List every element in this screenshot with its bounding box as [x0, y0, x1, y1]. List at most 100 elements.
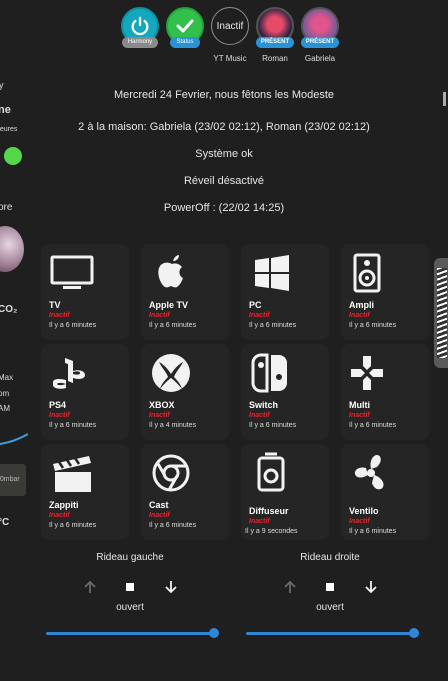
tile-tv[interactable]: TV Inactif Il y a 6 minutes [41, 244, 129, 340]
tile-name: TV [49, 300, 61, 310]
tile-time: Il y a 6 minutes [49, 322, 97, 329]
home-presence-line: 2 à la maison: Gabriela (23/02 02:12), R… [78, 121, 370, 133]
tile-time: Il y a 6 minutes [349, 528, 397, 535]
curtain-left-title: Rideau gauche [96, 552, 164, 563]
tile-time: Il y a 6 minutes [49, 422, 97, 429]
stop-icon [126, 583, 134, 591]
curtain-left-up-button[interactable] [81, 578, 99, 596]
status-badge: Status [170, 37, 200, 48]
tile-name: Diffuseur [249, 506, 289, 516]
left-panel-text: pm [0, 389, 10, 398]
curtain-left-stop-button[interactable] [121, 578, 139, 596]
tile-state: Inactif [149, 512, 170, 519]
tile-state: Inactif [149, 412, 170, 419]
curtain-right-stop-button[interactable] [321, 578, 339, 596]
windows-icon [255, 255, 289, 291]
tile-state: Inactif [49, 512, 70, 519]
fan-icon [354, 455, 384, 490]
tile-ventilo[interactable]: Ventilo Inactif Il y a 6 minutes [341, 444, 429, 540]
tile-state: Inactif [249, 412, 270, 419]
left-panel-text: heures [0, 126, 18, 133]
curtain-left-slider-thumb[interactable] [209, 628, 219, 638]
poweroff-line: PowerOff : (22/02 14:25) [163, 202, 285, 214]
diffuser-icon [257, 452, 285, 492]
curtain-left-slider[interactable] [46, 632, 216, 635]
tile-cast[interactable]: Cast Inactif Il y a 6 minutes [141, 444, 229, 540]
playstation-icon [53, 358, 85, 389]
tile-state: Inactif [249, 312, 270, 319]
arrow-down-icon [165, 581, 177, 594]
tile-name: Apple TV [149, 300, 189, 310]
tile-xbox[interactable]: XBOX Inactif Il y a 4 minutes [141, 344, 229, 440]
chrome-cast-icon [152, 454, 190, 492]
tile-diffuseur[interactable]: Diffuseur Inactif Il y a 9 secondes [241, 444, 329, 540]
curtain-right-title: Rideau droite [300, 552, 360, 563]
arrow-up-icon [84, 580, 96, 593]
right-panel-marker [443, 92, 446, 106]
tile-name: Cast [149, 500, 169, 510]
tile-switch[interactable]: Switch Inactif Il y a 6 minutes [241, 344, 329, 440]
system-status-line: Système ok [195, 148, 253, 160]
tile-time: Il y a 6 minutes [49, 522, 97, 529]
tile-pc[interactable]: PC Inactif Il y a 6 minutes [241, 244, 329, 340]
tile-name: Switch [249, 400, 279, 410]
weather-curve-icon [0, 433, 28, 445]
tile-time: Il y a 6 minutes [349, 322, 397, 329]
curtain-left-state: ouvert [116, 602, 144, 613]
tile-state: Inactif [349, 412, 370, 419]
tile-name: Zappiti [49, 500, 79, 510]
check-icon [176, 19, 194, 33]
tile-ampli[interactable]: Ampli Inactif Il y a 6 minutes [341, 244, 429, 340]
curtain-right-slider-thumb[interactable] [409, 628, 419, 638]
tile-name: Ventilo [349, 506, 379, 516]
alarm-line: Réveil désactivé [183, 175, 265, 187]
tile-name: Ampli [349, 300, 375, 310]
left-panel-text: Max [0, 373, 14, 382]
curtain-right-state: ouvert [316, 602, 344, 613]
curtain-left-down-button[interactable] [162, 578, 180, 596]
left-panel-text: 10mbar [0, 476, 20, 483]
left-panel-text: AM [0, 404, 10, 413]
tile-time: Il y a 6 minutes [149, 322, 197, 329]
left-panel-text: ore [0, 202, 13, 213]
stop-icon [326, 583, 334, 591]
roman-label: Roman [262, 54, 288, 63]
apple-icon [158, 255, 183, 288]
person-photo [0, 226, 24, 272]
tile-multi[interactable]: Multi Inactif Il y a 6 minutes [341, 344, 429, 440]
status-dot [4, 147, 22, 165]
curtain-right-slider[interactable] [246, 632, 416, 635]
left-side-panel[interactable]: y ne heures ore CO₂ Max pm AM 10mbar °C [0, 0, 28, 681]
roman-presence-badge: PRÉSENT [256, 37, 294, 48]
tile-state: Inactif [49, 312, 70, 319]
gabriela-presence-badge: PRÉSENT [301, 37, 339, 48]
tile-time: Il y a 6 minutes [349, 422, 397, 429]
tile-time: Il y a 9 secondes [245, 528, 298, 535]
yt-music-avatar[interactable]: Inactif [211, 7, 249, 45]
gamepad-icon [351, 356, 383, 390]
clapperboard-icon [53, 456, 91, 492]
tile-apple-tv[interactable]: Apple TV Inactif Il y a 6 minutes [141, 244, 229, 340]
tile-name: PS4 [49, 400, 67, 410]
xbox-icon [152, 354, 190, 392]
tv-icon [50, 255, 94, 289]
tile-zappiti[interactable]: Zappiti Inactif Il y a 6 minutes [41, 444, 129, 540]
tile-time: Il y a 6 minutes [149, 522, 197, 529]
curtain-right-up-button[interactable] [281, 578, 299, 596]
harmony-badge: Harmony [122, 37, 158, 48]
tile-time: Il y a 6 minutes [249, 322, 297, 329]
speaker-icon [353, 253, 381, 293]
left-panel-text: ne [0, 104, 11, 116]
gabriela-label: Gabriela [304, 54, 336, 63]
yt-music-state: Inactif [216, 20, 244, 32]
tile-state: Inactif [149, 312, 170, 319]
tile-name: Multi [349, 400, 370, 410]
tile-name: PC [249, 300, 262, 310]
tile-ps4[interactable]: PS4 Inactif Il y a 6 minutes [41, 344, 129, 440]
tile-time: Il y a 4 minutes [149, 422, 197, 429]
tile-state: Inactif [49, 412, 70, 419]
arrow-down-icon [365, 581, 377, 594]
date-line: Mercredi 24 Fevrier, nous fêtons les Mod… [113, 89, 335, 101]
curtain-right-down-button[interactable] [362, 578, 380, 596]
right-side-panel[interactable] [434, 258, 448, 368]
